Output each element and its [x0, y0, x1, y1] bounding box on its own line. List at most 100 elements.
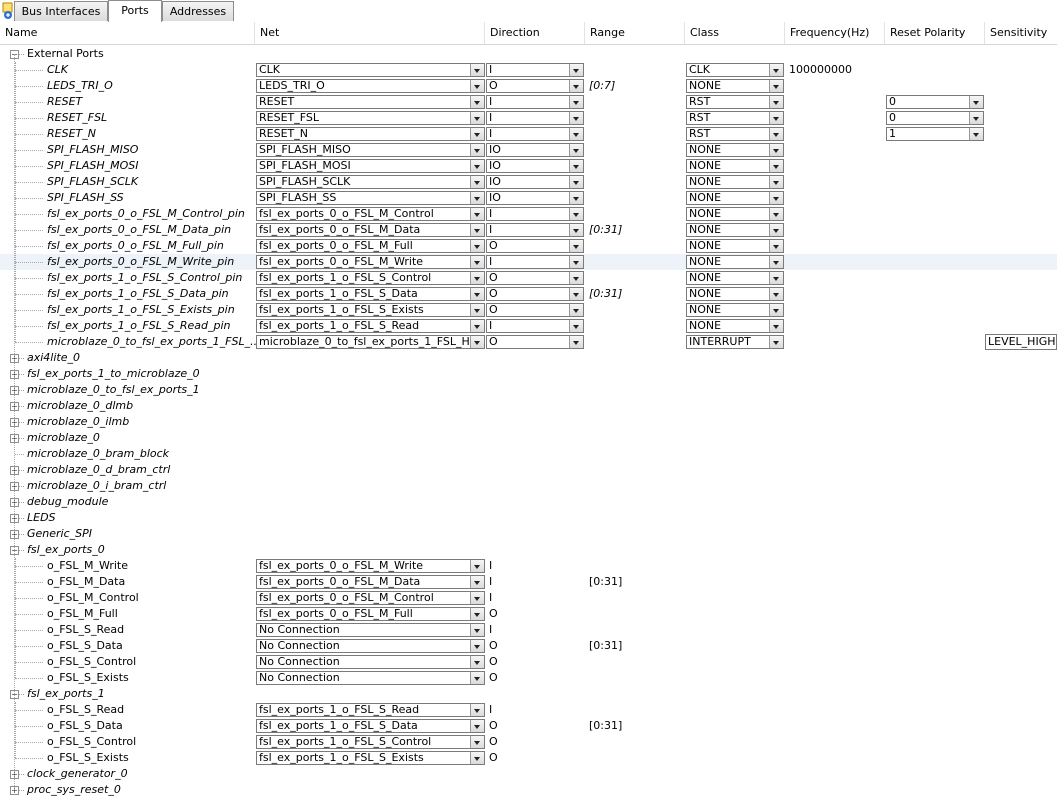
reset-polarity-select[interactable]: 0 [886, 95, 984, 109]
add-icon[interactable] [2, 2, 13, 20]
chevron-down-icon[interactable] [470, 128, 484, 140]
instance-row[interactable]: + fsl_ex_ports_1_to_microblaze_0 [0, 366, 1057, 382]
col-name[interactable]: Name [0, 22, 255, 44]
class-select[interactable]: NONE [686, 159, 784, 173]
direction-select[interactable]: I [486, 95, 584, 109]
chevron-down-icon[interactable] [769, 192, 783, 204]
chevron-down-icon[interactable] [470, 704, 484, 716]
class-select[interactable]: NONE [686, 271, 784, 285]
chevron-down-icon[interactable] [569, 272, 583, 284]
sensitivity-field[interactable]: LEVEL_HIGH [985, 334, 1057, 350]
chevron-down-icon[interactable] [769, 144, 783, 156]
chevron-down-icon[interactable] [569, 256, 583, 268]
net-select[interactable]: fsl_ex_ports_1_o_FSL_S_Exists [256, 303, 485, 317]
chevron-down-icon[interactable] [569, 288, 583, 300]
chevron-down-icon[interactable] [569, 224, 583, 236]
chevron-down-icon[interactable] [470, 592, 484, 604]
port-row[interactable]: RESET_N RESET_N I RST 1 [0, 126, 1057, 142]
port-row[interactable]: LEDS_TRI_O LEDS_TRI_O O [0:7] NONE [0, 78, 1057, 94]
col-range[interactable]: Range [585, 22, 685, 44]
port-row[interactable]: SPI_FLASH_MISO SPI_FLASH_MISO IO NONE [0, 142, 1057, 158]
chevron-down-icon[interactable] [470, 336, 484, 348]
port-row[interactable]: o_FSL_S_Control fsl_ex_ports_1_o_FSL_S_Co… [0, 734, 1057, 750]
net-select[interactable]: fsl_ex_ports_0_o_FSL_M_Control [256, 591, 485, 605]
net-select[interactable]: microblaze_0_to_fsl_ex_ports_1_FSL_H... [256, 335, 485, 349]
class-select[interactable]: NONE [686, 255, 784, 269]
chevron-down-icon[interactable] [470, 736, 484, 748]
port-row[interactable]: o_FSL_M_Write fsl_ex_ports_0_o_FSL_M_Writ… [0, 558, 1057, 574]
class-select[interactable]: NONE [686, 287, 784, 301]
group-external-ports[interactable]: − External Ports [0, 46, 1057, 62]
chevron-down-icon[interactable] [769, 304, 783, 316]
direction-select[interactable]: IO [486, 143, 584, 157]
col-class[interactable]: Class [685, 22, 785, 44]
class-select[interactable]: NONE [686, 303, 784, 317]
chevron-down-icon[interactable] [969, 96, 983, 108]
net-select[interactable]: fsl_ex_ports_0_o_FSL_M_Write [256, 255, 485, 269]
port-row[interactable]: fsl_ex_ports_1_o_FSL_S_Data_pin fsl_ex_po… [0, 286, 1057, 302]
chevron-down-icon[interactable] [470, 224, 484, 236]
port-row[interactable]: fsl_ex_ports_1_o_FSL_S_Exists_pin fsl_ex_… [0, 302, 1057, 318]
net-select[interactable]: SPI_FLASH_MISO [256, 143, 485, 157]
direction-select[interactable]: I [486, 127, 584, 141]
chevron-down-icon[interactable] [470, 624, 484, 636]
port-row[interactable]: fsl_ex_ports_1_o_FSL_S_Control_pin fsl_ex… [0, 270, 1057, 286]
direction-select[interactable]: I [486, 319, 584, 333]
chevron-down-icon[interactable] [470, 288, 484, 300]
port-row[interactable]: o_FSL_M_Full fsl_ex_ports_0_o_FSL_M_Full O [0, 606, 1057, 622]
chevron-down-icon[interactable] [769, 208, 783, 220]
chevron-down-icon[interactable] [569, 144, 583, 156]
chevron-down-icon[interactable] [969, 112, 983, 124]
net-select[interactable]: No Connection [256, 655, 485, 669]
chevron-down-icon[interactable] [470, 720, 484, 732]
class-select[interactable]: NONE [686, 239, 784, 253]
class-select[interactable]: NONE [686, 191, 784, 205]
direction-select[interactable]: I [486, 111, 584, 125]
port-row[interactable]: fsl_ex_ports_0_o_FSL_M_Write_pin fsl_ex_p… [0, 254, 1057, 270]
chevron-down-icon[interactable] [470, 752, 484, 764]
net-select[interactable]: fsl_ex_ports_0_o_FSL_M_Full [256, 607, 485, 621]
col-direction[interactable]: Direction [485, 22, 585, 44]
instance-row[interactable]: + axi4lite_0 [0, 350, 1057, 366]
chevron-down-icon[interactable] [769, 336, 783, 348]
port-row[interactable]: o_FSL_S_Data No Connection O [0:31] [0, 638, 1057, 654]
port-row[interactable]: fsl_ex_ports_0_o_FSL_M_Full_pin fsl_ex_po… [0, 238, 1057, 254]
col-sensitivity[interactable]: Sensitivity [985, 22, 1057, 44]
net-select[interactable]: fsl_ex_ports_1_o_FSL_S_Read [256, 319, 485, 333]
net-select[interactable]: No Connection [256, 623, 485, 637]
port-row[interactable]: o_FSL_S_Exists No Connection O [0, 670, 1057, 686]
reset-polarity-select[interactable]: 1 [886, 127, 984, 141]
class-select[interactable]: NONE [686, 319, 784, 333]
chevron-down-icon[interactable] [569, 112, 583, 124]
instance-row[interactable]: + debug_module [0, 494, 1057, 510]
net-select[interactable]: fsl_ex_ports_1_o_FSL_S_Data [256, 287, 485, 301]
port-row[interactable]: SPI_FLASH_SCLK SPI_FLASH_SCLK IO NONE [0, 174, 1057, 190]
direction-select[interactable]: IO [486, 159, 584, 173]
chevron-down-icon[interactable] [569, 160, 583, 172]
instance-row[interactable]: + Generic_SPI [0, 526, 1057, 542]
class-select[interactable]: CLK [686, 63, 784, 77]
net-select[interactable]: No Connection [256, 639, 485, 653]
chevron-down-icon[interactable] [769, 112, 783, 124]
class-select[interactable]: NONE [686, 207, 784, 221]
direction-select[interactable]: IO [486, 175, 584, 189]
port-row[interactable]: fsl_ex_ports_0_o_FSL_M_Data_pin fsl_ex_po… [0, 222, 1057, 238]
chevron-down-icon[interactable] [769, 128, 783, 140]
chevron-down-icon[interactable] [569, 304, 583, 316]
chevron-down-icon[interactable] [769, 288, 783, 300]
chevron-down-icon[interactable] [470, 672, 484, 684]
port-row[interactable]: o_FSL_M_Data fsl_ex_ports_0_o_FSL_M_Data I… [0, 574, 1057, 590]
direction-select[interactable]: O [486, 239, 584, 253]
chevron-down-icon[interactable] [470, 144, 484, 156]
direction-select[interactable]: IO [486, 191, 584, 205]
instance-row[interactable]: microblaze_0_bram_block [0, 446, 1057, 462]
chevron-down-icon[interactable] [569, 176, 583, 188]
chevron-down-icon[interactable] [569, 96, 583, 108]
chevron-down-icon[interactable] [470, 240, 484, 252]
chevron-down-icon[interactable] [769, 160, 783, 172]
port-row[interactable]: o_FSL_S_Control No Connection O [0, 654, 1057, 670]
chevron-down-icon[interactable] [470, 112, 484, 124]
chevron-down-icon[interactable] [569, 80, 583, 92]
instance-row[interactable]: + microblaze_0_ilmb [0, 414, 1057, 430]
direction-select[interactable]: O [486, 335, 584, 349]
